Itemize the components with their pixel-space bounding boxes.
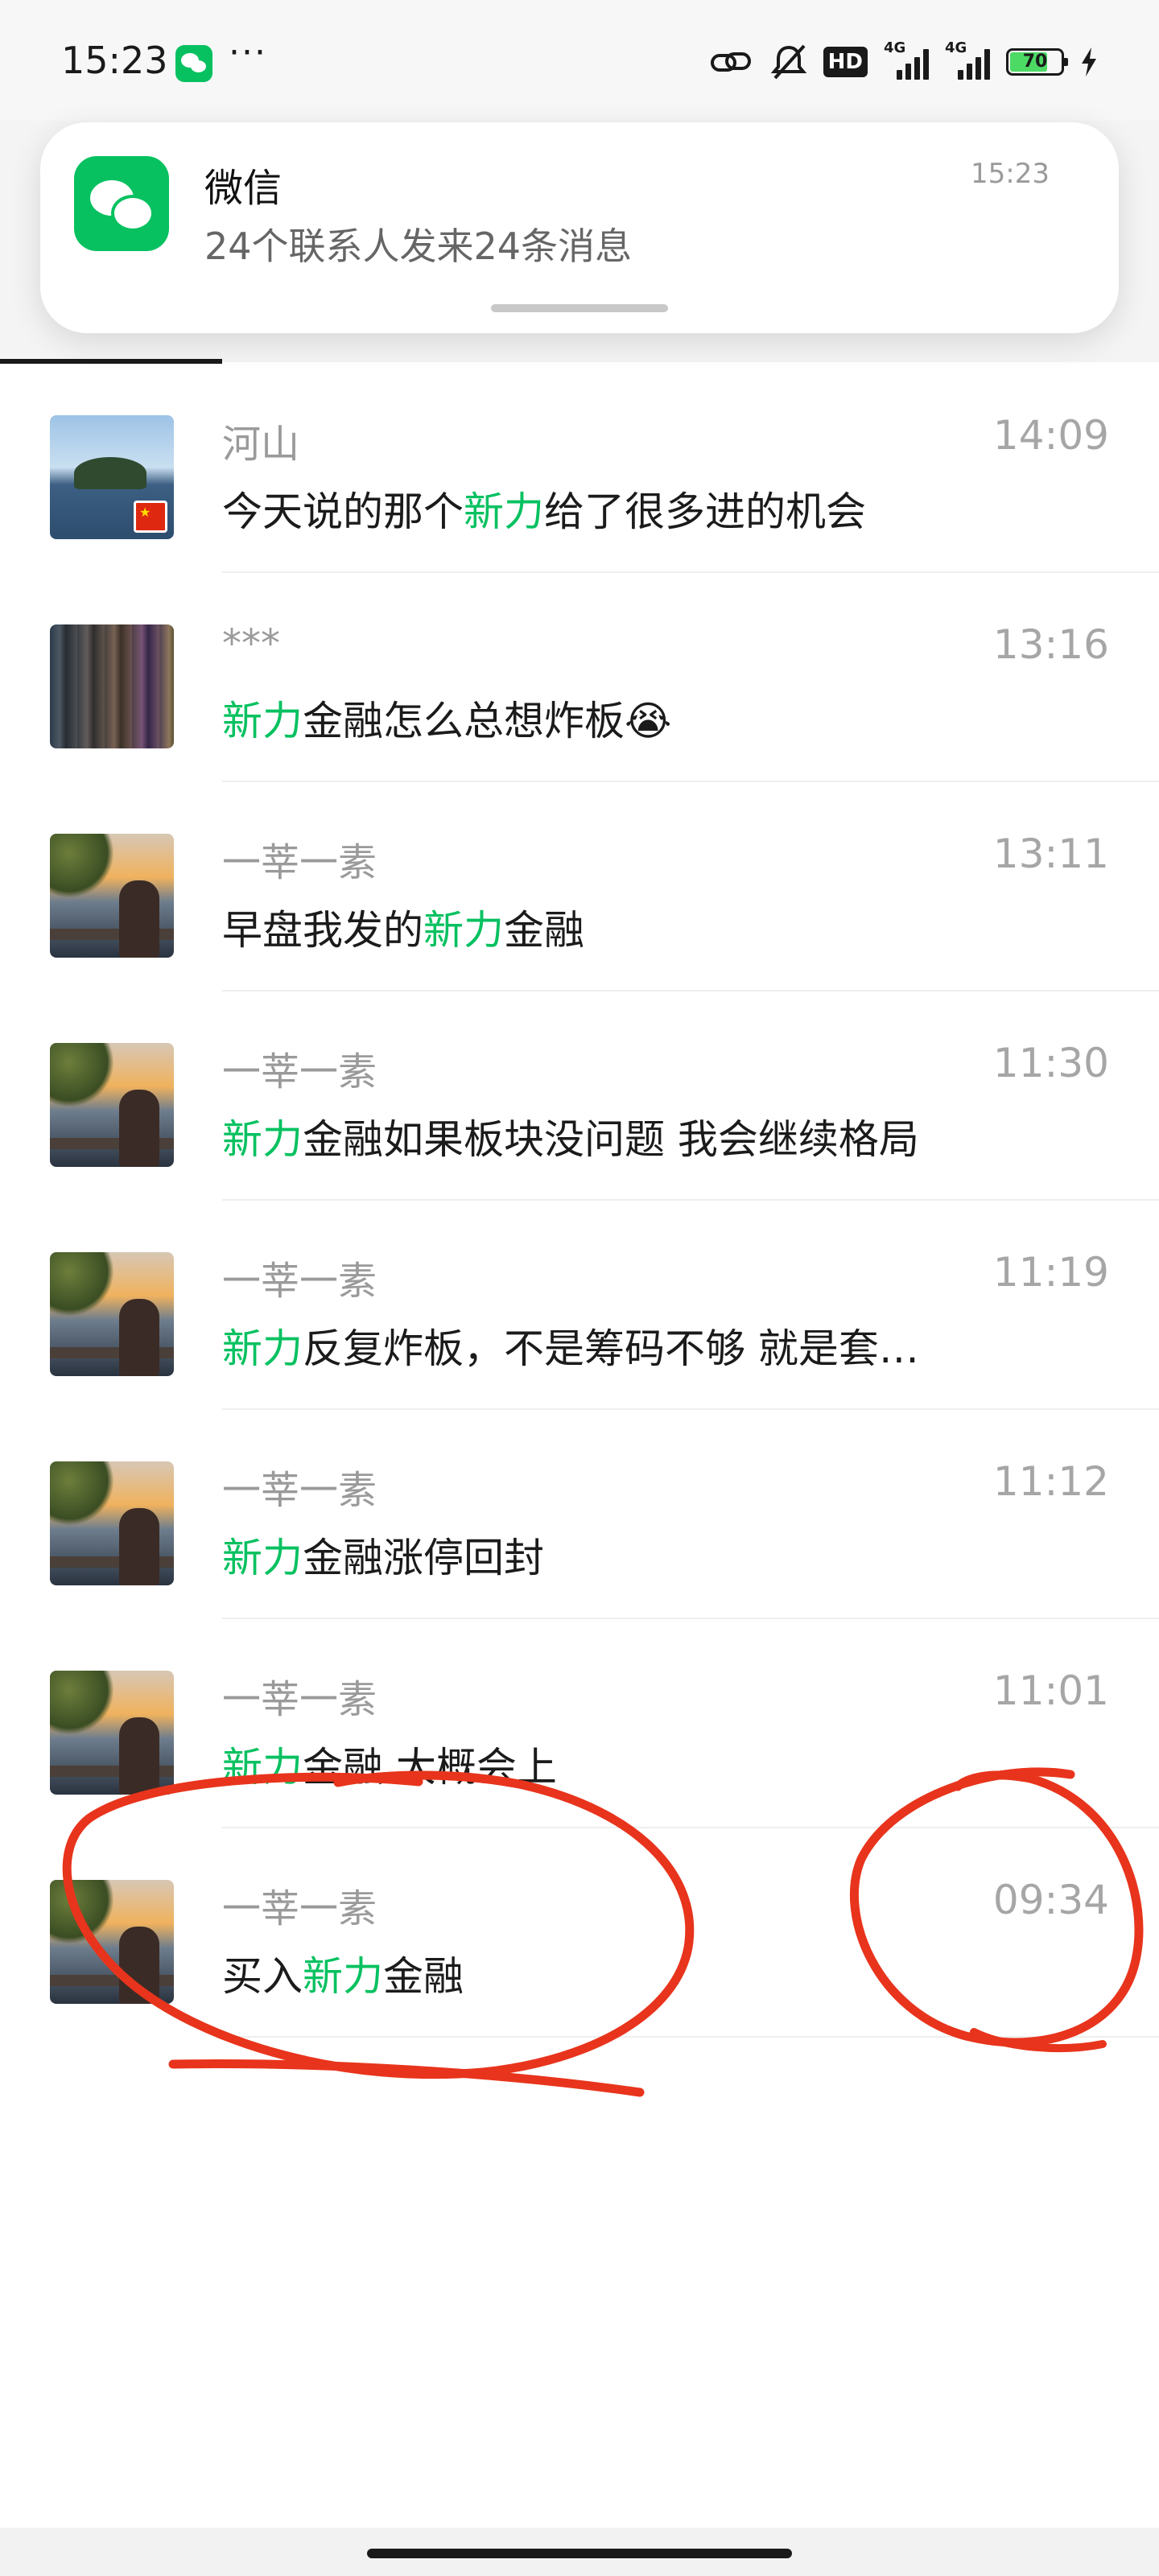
wechat-app-icon [74, 156, 169, 251]
notification-app-name: 微信 [204, 166, 283, 211]
notification-time: 15:23 [971, 158, 1050, 190]
sender-name: 河山 [222, 422, 300, 467]
sunset-person-avatar [50, 1461, 174, 1585]
link-icon [710, 52, 751, 72]
sender-name: 一莘一素 [222, 1886, 377, 1931]
message-time: 13:11 [992, 831, 1109, 877]
message-snippet: 新力金融涨停回封 [222, 1535, 544, 1581]
divider [222, 2036, 1159, 2038]
message-time: 09:34 [992, 1877, 1109, 1923]
message-snippet: 今天说的那个新力给了很多进的机会 [222, 488, 866, 535]
sender-name: 一莘一素 [222, 1677, 377, 1722]
hd-voice-badge: HD [823, 47, 868, 77]
list-item[interactable]: 一莘一素 11:01 新力金融 大概会上 [0, 1619, 1159, 1828]
wechat-notification-icon [175, 45, 212, 82]
annotation-underline [168, 2059, 645, 2097]
wechat-notification-banner[interactable]: 微信 24个联系人发来24条消息 15:23 [40, 122, 1119, 333]
sender-name: 一莘一素 [222, 1468, 377, 1513]
list-item[interactable]: 一莘一素 11:30 新力金融如果板块没问题 我会继续格局 [0, 991, 1159, 1201]
status-bar: 15:23 ··· HD 4G 4G 70 [0, 0, 1159, 121]
home-indicator[interactable] [367, 2549, 792, 2558]
message-snippet: 新力金融 大概会上 [222, 1744, 557, 1791]
list-item[interactable]: 一莘一素 11:12 新力金融涨停回封 [0, 1410, 1159, 1619]
message-snippet: 新力反复炸板，不是筹码不够 就是套… [222, 1325, 919, 1372]
sunset-person-avatar [50, 1671, 174, 1795]
list-item[interactable]: 一莘一素 13:11 早盘我发的新力金融 [0, 782, 1159, 991]
lake-island-avatar [50, 415, 174, 539]
notification-body: 24个联系人发来24条消息 [204, 225, 633, 268]
battery-icon: 70 [1006, 48, 1068, 76]
message-snippet: 新力金融如果板块没问题 我会继续格局 [222, 1116, 919, 1163]
notification-drag-handle[interactable] [491, 304, 668, 312]
charging-icon [1082, 47, 1096, 76]
sunset-person-avatar [50, 1252, 174, 1376]
message-time: 14:09 [992, 412, 1109, 459]
status-icons: HD 4G 4G 70 [709, 39, 1098, 85]
more-notifications-icon: ··· [229, 32, 267, 73]
sender-name: 一莘一素 [222, 1259, 377, 1304]
signal-4g-icon-2: 4G [945, 39, 990, 80]
message-time: 11:19 [992, 1249, 1109, 1296]
sunset-person-avatar [50, 1880, 174, 2004]
list-item[interactable]: 一莘一素 11:19 新力反复炸板，不是筹码不够 就是套… [0, 1201, 1159, 1410]
sunset-person-avatar [50, 1043, 174, 1167]
status-time: 15:23 [61, 39, 168, 82]
bell-muted-icon [770, 44, 806, 80]
sender-name: 一莘一素 [222, 1049, 377, 1094]
list-item[interactable]: *** 13:16 新力金融怎么总想炸板😭 [0, 573, 1159, 782]
message-time: 11:12 [992, 1458, 1109, 1505]
china-flag-icon [134, 501, 167, 533]
message-time: 11:01 [992, 1667, 1109, 1714]
sunset-person-avatar [50, 834, 174, 958]
message-snippet: 早盘我发的新力金融 [222, 907, 584, 954]
building-avatar [50, 624, 174, 748]
message-snippet: 买入新力金融 [222, 1953, 464, 2000]
signal-4g-icon-1: 4G [884, 39, 929, 80]
message-snippet: 新力金融怎么总想炸板😭 [222, 698, 672, 744]
message-time: 13:16 [992, 621, 1109, 668]
list-item[interactable]: 一莘一素 09:34 买入新力金融 [0, 1828, 1159, 2038]
message-time: 11:30 [992, 1040, 1109, 1086]
sender-name: 一莘一素 [222, 840, 377, 885]
list-item[interactable]: 河山 14:09 今天说的那个新力给了很多进的机会 [0, 364, 1159, 573]
sender-name: *** [222, 621, 280, 666]
